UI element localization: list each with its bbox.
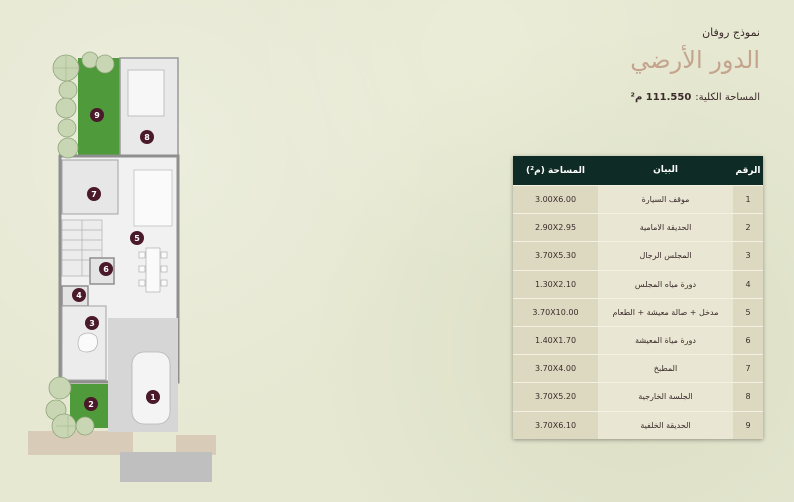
row-num: 2 bbox=[745, 223, 751, 233]
marker-3: 3 bbox=[85, 316, 99, 330]
row-num: 8 bbox=[745, 392, 751, 402]
row-area: 1.40X1.70 bbox=[534, 336, 577, 346]
row-num: 5 bbox=[745, 307, 751, 317]
floor-plan bbox=[28, 51, 216, 482]
row-num: 1 bbox=[745, 195, 751, 205]
table-row: 6 دورة مياة المعيشة 1.40X1.70 bbox=[513, 325, 763, 355]
row-desc: مدخل + صالة معيشة + الطعام bbox=[598, 298, 733, 326]
table-row: 2 الحديقة الامامية 2.90X2.95 bbox=[513, 213, 763, 242]
total-area-label: المساحة الكلية: bbox=[695, 92, 760, 103]
car-silhouette bbox=[131, 351, 171, 425]
marker-1: 1 bbox=[146, 390, 160, 404]
table-header: الرقم البيان المساحة (م²) bbox=[513, 156, 763, 185]
row-area: 3.70X10.00 bbox=[532, 307, 579, 317]
marker-2: 2 bbox=[84, 397, 98, 411]
header-area: المساحة (م²) bbox=[526, 165, 585, 176]
row-num: 4 bbox=[745, 279, 751, 289]
row-area: 3.70X4.00 bbox=[534, 364, 577, 374]
row-num: 9 bbox=[745, 420, 751, 430]
table-row: 4 دورة مياه المجلس 1.30X2.10 bbox=[513, 269, 763, 298]
marker-6: 6 bbox=[99, 262, 113, 276]
table-row: 3 المجلس الرجال 3.70X5.30 bbox=[513, 241, 763, 270]
floor-title: الدور الأرضي bbox=[630, 46, 760, 74]
marker-7: 7 bbox=[87, 187, 101, 201]
row-area: 3.00X6.00 bbox=[534, 195, 577, 205]
row-area: 3.70X6.10 bbox=[534, 420, 577, 430]
row-desc: المطبخ bbox=[598, 355, 733, 383]
row-num: 6 bbox=[745, 336, 751, 346]
table-row: 5 مدخل + صالة معيشة + الطعام 3.70X10.00 bbox=[513, 297, 763, 326]
area-table: الرقم البيان المساحة (م²) 1 موقف السيارة… bbox=[513, 156, 763, 439]
model-name: نموذج روفان bbox=[702, 26, 760, 39]
row-desc: موقف السيارة bbox=[598, 186, 733, 214]
row-desc: الجلسة الخارجية bbox=[598, 383, 733, 411]
rear-garden bbox=[78, 58, 120, 156]
marker-8: 8 bbox=[140, 130, 154, 144]
row-num: 7 bbox=[745, 364, 751, 374]
row-desc: دورة مياه المجلس bbox=[598, 270, 733, 298]
street bbox=[120, 452, 212, 482]
outdoor-furniture bbox=[127, 69, 165, 117]
row-area: 3.70X5.30 bbox=[534, 251, 577, 261]
row-desc: الحديقة الخلفية bbox=[598, 411, 733, 439]
row-area: 3.70X5.20 bbox=[534, 392, 577, 402]
table-row: 7 المطبخ 3.70X4.00 bbox=[513, 354, 763, 383]
header-desc: البيان bbox=[653, 165, 678, 176]
table-row: 8 الجلسة الخارجية 3.70X5.20 bbox=[513, 382, 763, 411]
dining-table bbox=[138, 247, 168, 293]
marker-4: 4 bbox=[72, 288, 86, 302]
living-sofa bbox=[133, 169, 173, 227]
row-desc: دورة مياة المعيشة bbox=[598, 326, 733, 355]
marker-5: 5 bbox=[130, 231, 144, 245]
header-num: الرقم bbox=[735, 165, 761, 176]
row-num: 3 bbox=[745, 251, 751, 261]
total-area-value: 111.550 م² bbox=[630, 92, 692, 103]
table-row: 9 الحديقة الخلفية 3.70X6.10 bbox=[513, 410, 763, 439]
majlis-furniture bbox=[77, 332, 98, 353]
front-sidewalk bbox=[28, 431, 133, 455]
marker-9: 9 bbox=[90, 108, 104, 122]
row-area: 1.30X2.10 bbox=[534, 279, 577, 289]
row-area: 2.90X2.95 bbox=[534, 223, 577, 233]
table-row: 1 موقف السيارة 3.00X6.00 bbox=[513, 185, 763, 214]
total-area: المساحة الكلية: 111.550 م² bbox=[631, 92, 760, 103]
row-desc: المجلس الرجال bbox=[598, 242, 733, 270]
row-desc: الحديقة الامامية bbox=[598, 214, 733, 242]
